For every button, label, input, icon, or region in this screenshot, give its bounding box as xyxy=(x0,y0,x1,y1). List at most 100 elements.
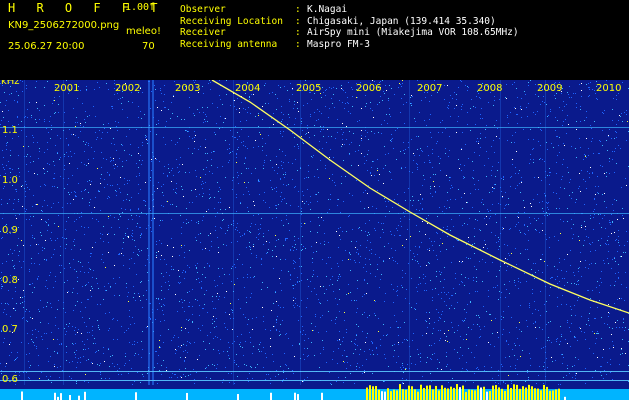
noise-pixel xyxy=(622,215,623,216)
noise-pixel xyxy=(567,208,568,209)
noise-pixel xyxy=(461,281,462,282)
noise-pixel xyxy=(411,363,412,364)
noise-pixel xyxy=(69,194,70,195)
noise-pixel xyxy=(140,382,141,383)
noise-pixel xyxy=(535,114,536,115)
noise-pixel xyxy=(601,227,602,228)
noise-pixel xyxy=(92,247,93,248)
noise-pixel xyxy=(436,276,437,277)
noise-pixel xyxy=(577,340,578,341)
noise-pixel xyxy=(614,199,615,200)
noise-pixel xyxy=(89,332,90,333)
noise-pixel xyxy=(328,199,329,200)
noise-pixel xyxy=(139,175,140,176)
noise-pixel xyxy=(184,300,185,301)
noise-pixel xyxy=(132,102,133,103)
noise-pixel xyxy=(101,152,102,153)
noise-pixel xyxy=(474,266,475,267)
noise-pixel xyxy=(269,207,270,208)
noise-pixel xyxy=(516,88,517,89)
noise-pixel xyxy=(406,368,407,369)
noise-pixel xyxy=(138,106,139,107)
noise-pixel xyxy=(258,234,259,235)
noise-pixel xyxy=(62,237,63,238)
noise-pixel xyxy=(241,334,242,335)
info-sep: : xyxy=(295,4,301,15)
noise-pixel xyxy=(114,295,115,296)
noise-pixel xyxy=(465,277,466,278)
noise-pixel xyxy=(571,315,572,316)
noise-pixel xyxy=(155,351,156,352)
noise-pixel xyxy=(576,284,577,285)
noise-pixel xyxy=(78,183,79,184)
noise-pixel xyxy=(98,191,99,192)
noise-pixel xyxy=(203,122,204,123)
noise-pixel xyxy=(109,174,110,175)
noise-pixel xyxy=(343,160,344,161)
noise-pixel xyxy=(476,96,477,97)
noise-pixel xyxy=(517,114,518,115)
noise-pixel xyxy=(281,270,282,271)
noise-pixel xyxy=(186,219,187,220)
noise-pixel xyxy=(319,111,320,112)
noise-pixel xyxy=(280,179,281,180)
noise-pixel xyxy=(607,324,608,325)
noise-pixel xyxy=(208,209,209,210)
noise-pixel xyxy=(171,266,172,267)
noise-pixel xyxy=(275,376,276,377)
noise-pixel xyxy=(415,309,416,310)
noise-pixel xyxy=(272,189,273,190)
level-bar xyxy=(288,393,290,400)
noise-pixel xyxy=(610,222,611,223)
noise-pixel xyxy=(462,225,463,226)
info-row-antenna: Receiving antenna: Maspro FM-3 xyxy=(180,39,519,51)
noise-pixel xyxy=(292,163,293,164)
noise-pixel xyxy=(218,247,219,248)
noise-pixel xyxy=(229,144,230,145)
noise-pixel xyxy=(583,245,584,246)
noise-pixel xyxy=(292,345,293,346)
noise-pixel xyxy=(211,159,212,160)
level-bar xyxy=(387,388,389,400)
noise-pixel xyxy=(452,295,453,296)
noise-pixel xyxy=(542,201,543,202)
level-bar xyxy=(174,391,176,400)
noise-pixel xyxy=(467,224,468,225)
noise-pixel xyxy=(125,363,126,364)
noise-pixel xyxy=(114,94,115,95)
noise-pixel xyxy=(255,140,256,141)
noise-pixel xyxy=(384,93,385,94)
noise-pixel xyxy=(44,259,45,260)
noise-pixel xyxy=(521,181,522,182)
level-bar xyxy=(324,396,326,400)
noise-pixel xyxy=(419,210,420,211)
noise-pixel xyxy=(214,321,215,322)
noise-pixel xyxy=(462,208,463,209)
noise-pixel xyxy=(617,251,618,252)
noise-pixel xyxy=(388,153,389,154)
noise-pixel xyxy=(441,369,442,370)
noise-pixel xyxy=(581,170,582,171)
noise-pixel xyxy=(614,257,615,258)
level-bar xyxy=(123,395,125,400)
noise-pixel xyxy=(412,96,413,97)
noise-pixel xyxy=(32,135,33,136)
noise-pixel xyxy=(207,153,208,154)
level-bar xyxy=(378,389,380,400)
noise-pixel xyxy=(112,319,113,320)
noise-pixel xyxy=(438,156,439,157)
noise-pixel xyxy=(136,274,137,275)
noise-pixel xyxy=(272,250,273,251)
noise-pixel xyxy=(567,343,568,344)
noise-pixel xyxy=(285,240,286,241)
noise-pixel xyxy=(211,241,212,242)
noise-pixel xyxy=(601,375,602,376)
noise-pixel xyxy=(444,321,445,322)
noise-pixel xyxy=(86,86,87,87)
noise-pixel xyxy=(521,98,522,99)
noise-pixel xyxy=(260,228,261,229)
noise-pixel xyxy=(452,378,453,379)
noise-pixel xyxy=(157,383,158,384)
noise-pixel xyxy=(220,116,221,117)
noise-pixel xyxy=(146,139,147,140)
